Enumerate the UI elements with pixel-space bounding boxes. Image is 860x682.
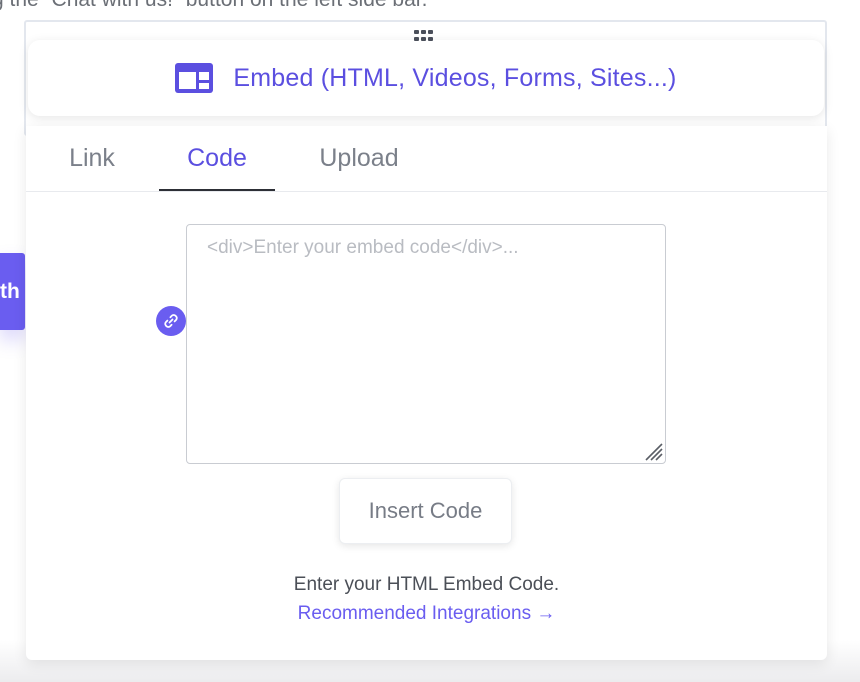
tab-link[interactable]: Link bbox=[46, 126, 138, 191]
chat-with-us-button[interactable]: th bbox=[0, 253, 25, 330]
embed-block-title: Embed (HTML, Videos, Forms, Sites...) bbox=[233, 63, 677, 92]
link-icon[interactable] bbox=[156, 306, 186, 336]
background-paragraph: g the “Chat with us!” button on the left… bbox=[0, 0, 427, 12]
embed-block-header[interactable]: Embed (HTML, Videos, Forms, Sites...) bbox=[28, 40, 824, 116]
tab-code[interactable]: Code bbox=[159, 126, 275, 191]
drag-handle-icon[interactable] bbox=[414, 30, 438, 46]
insert-code-button[interactable]: Insert Code bbox=[339, 478, 512, 544]
chat-button-label: th bbox=[0, 280, 20, 303]
tab-upload[interactable]: Upload bbox=[301, 126, 417, 191]
recommended-integrations-link[interactable]: Recommended Integrations → bbox=[26, 603, 827, 625]
embed-code-input[interactable] bbox=[186, 224, 666, 464]
active-tab-indicator bbox=[159, 189, 275, 191]
embed-tabs: Link Code Upload bbox=[26, 126, 827, 192]
help-text: Enter your HTML Embed Code. bbox=[293, 574, 560, 595]
embed-layout-icon bbox=[175, 63, 214, 93]
resize-handle-icon[interactable] bbox=[642, 440, 664, 462]
embed-popover: Link Code Upload Insert Code Enter your … bbox=[26, 126, 827, 660]
